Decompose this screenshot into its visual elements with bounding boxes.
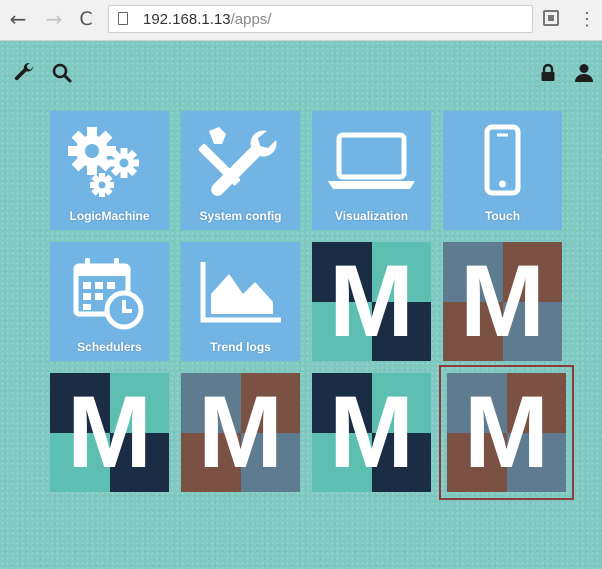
m-logo-letter: M <box>329 375 414 489</box>
url-path: /apps/ <box>230 11 272 28</box>
browser-toolbar: ← → C 192.168.1.13/apps/ ⋮ <box>0 0 602 41</box>
back-button[interactable]: ← <box>6 6 30 32</box>
kebab-menu-icon[interactable]: ⋮ <box>578 8 596 32</box>
m-app-tile[interactable]: M <box>312 242 431 361</box>
m-logo-letter: M <box>198 375 283 489</box>
address-bar[interactable]: 192.168.1.13/apps/ <box>108 5 533 33</box>
app-tile-schedulers[interactable]: Schedulers <box>50 242 169 361</box>
m-logo-letter: M <box>67 375 152 489</box>
app-label: Touch <box>484 209 521 223</box>
gears-icon <box>68 127 139 197</box>
m-app-tile[interactable]: M <box>312 373 431 492</box>
laptop-icon <box>328 132 415 189</box>
app-tile-system-config[interactable]: System config <box>181 111 300 230</box>
app-label: Visualization <box>334 209 409 223</box>
cast-icon[interactable] <box>543 10 559 26</box>
app-label: Schedulers <box>77 340 142 354</box>
lock-icon[interactable] <box>536 61 560 85</box>
calendar-clock-icon <box>73 258 144 330</box>
m-logo-letter: M <box>460 244 545 358</box>
url-text: 192.168.1.13/apps/ <box>143 11 271 28</box>
app-label: System config <box>199 209 282 223</box>
app-label: LogicMachine <box>69 209 150 223</box>
forward-button[interactable]: → <box>42 6 66 32</box>
m-app-tile[interactable]: M <box>50 373 169 492</box>
app-tile-visualization[interactable]: Visualization <box>312 111 431 230</box>
app-label: Trend logs <box>210 340 271 354</box>
smartphone-icon <box>484 124 521 196</box>
app-tile-touch[interactable]: Touch <box>443 111 562 230</box>
reload-button[interactable]: C <box>74 6 98 32</box>
m-logo-letter: M <box>329 244 414 358</box>
search-icon[interactable] <box>50 61 74 85</box>
wrench-icon[interactable] <box>12 61 36 85</box>
user-icon[interactable] <box>572 61 596 85</box>
app-tile-logicmachine[interactable]: LogicMachine <box>50 111 169 230</box>
m-app-tile-selected[interactable]: M <box>439 365 574 500</box>
m-logo-letter: M <box>464 375 549 489</box>
wrench-screwdriver-icon <box>198 127 277 196</box>
apps-page: LogicMachine System config Visualization… <box>0 41 602 569</box>
m-app-tile[interactable]: M <box>181 373 300 492</box>
m-app-tile[interactable]: M <box>443 242 562 361</box>
url-host: 192.168.1.13 <box>143 11 231 28</box>
document-icon <box>118 12 128 25</box>
app-tile-trend-logs[interactable]: Trend logs <box>181 242 300 361</box>
area-chart-icon <box>200 262 281 323</box>
